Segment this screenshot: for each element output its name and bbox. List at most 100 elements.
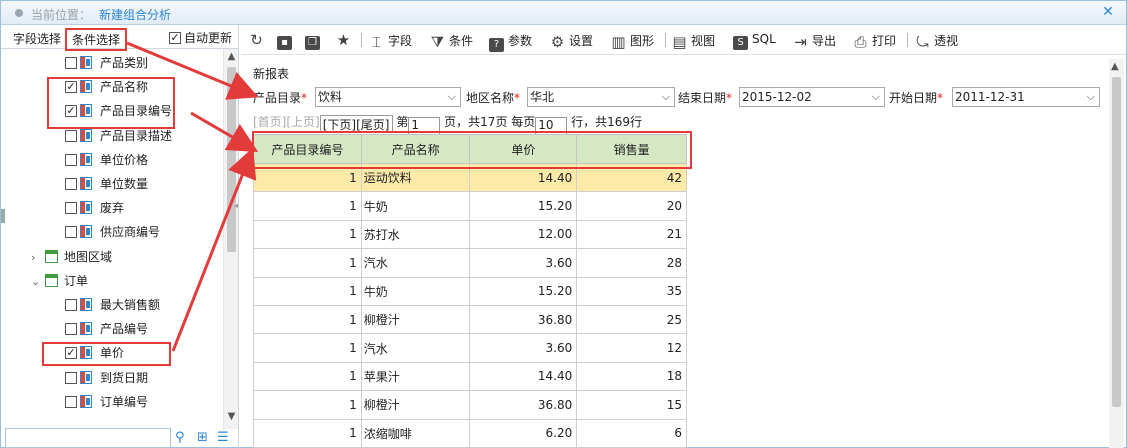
table-cell[interactable]: 15 xyxy=(576,390,687,420)
sql-button[interactable]: S SQL xyxy=(733,32,776,50)
table-cell[interactable]: 1 xyxy=(253,333,362,363)
field-checkbox[interactable] xyxy=(65,178,77,190)
table-cell[interactable]: 15.20 xyxy=(469,276,578,306)
start-date-select[interactable]: 2011-12-31 ⌵ xyxy=(952,87,1100,107)
settings-button[interactable]: ⚙ 设置 xyxy=(550,32,593,50)
field-checkbox[interactable] xyxy=(65,323,77,336)
pager-first[interactable]: [首页] xyxy=(253,115,286,129)
rows-per-page-input[interactable]: 10 xyxy=(535,117,568,135)
table-cell[interactable]: 汽水 xyxy=(360,333,471,363)
end-date-select[interactable]: 2015-12-02 ⌵ xyxy=(739,87,885,107)
tree-field-node[interactable]: 产品名称 xyxy=(65,76,148,98)
table-cell[interactable]: 6 xyxy=(576,418,687,448)
tree-field-node[interactable]: 供应商编号 xyxy=(65,221,160,243)
field-checkbox[interactable] xyxy=(65,226,77,239)
table-cell[interactable]: 18 xyxy=(576,361,687,392)
table-row[interactable]: 1 牛奶 15.20 20 xyxy=(253,191,687,221)
table-cell[interactable]: 牛奶 xyxy=(360,191,471,221)
page-number-input[interactable]: 1 xyxy=(408,117,441,135)
column-header[interactable]: 单价 xyxy=(469,134,578,164)
tree-field-node[interactable]: 产品编号 xyxy=(65,318,148,340)
fields-button[interactable]: ⌶ 字段 xyxy=(369,32,412,50)
table-cell[interactable]: 1 xyxy=(253,304,362,335)
scroll-down-icon[interactable]: ▼ xyxy=(226,411,237,423)
field-checkbox[interactable] xyxy=(65,347,77,360)
scroll-up-icon[interactable]: ▲ xyxy=(226,51,237,63)
table-cell[interactable]: 14.40 xyxy=(469,361,578,392)
table-row[interactable]: 1 柳橙汁 36.80 15 xyxy=(253,390,687,420)
pivot-button[interactable]: ⤿ 透视 xyxy=(915,32,958,50)
table-cell[interactable]: 1 xyxy=(253,361,362,392)
chevron-right-icon[interactable]: › xyxy=(31,247,45,269)
table-cell[interactable]: 1 xyxy=(253,219,362,250)
tree-field-node[interactable]: 产品类别 xyxy=(65,52,148,74)
table-cell[interactable]: 1 xyxy=(253,276,362,306)
tab-condition-select[interactable]: 条件选择 xyxy=(65,28,128,51)
table-row[interactable]: 1 汽水 3.60 12 xyxy=(253,333,687,363)
tree-field-node[interactable]: 单价 xyxy=(65,342,124,364)
field-checkbox[interactable] xyxy=(65,81,77,94)
tree-search-input[interactable] xyxy=(5,428,171,448)
refresh-icon[interactable]: ↻ xyxy=(249,32,268,48)
tree-field-node[interactable]: 订单编号 xyxy=(65,391,148,413)
table-cell[interactable]: 1 xyxy=(253,191,362,221)
tree-field-node[interactable]: 单位价格 xyxy=(65,149,148,171)
scroll-thumb[interactable] xyxy=(1112,77,1121,407)
table-cell[interactable]: 运动饮料 xyxy=(360,162,471,193)
tree-table-node[interactable]: › 地图区域 xyxy=(31,246,112,268)
pager-prev[interactable]: [上页] xyxy=(286,115,319,129)
chart-button[interactable]: ▥ 图形 xyxy=(611,32,654,50)
column-header[interactable]: 销售量 xyxy=(576,134,687,164)
table-cell[interactable]: 汽水 xyxy=(360,248,471,278)
table-cell[interactable]: 20 xyxy=(576,191,687,221)
pager-last[interactable]: [尾页] xyxy=(356,118,389,132)
column-header[interactable]: 产品目录编号 xyxy=(253,134,362,164)
field-checkbox[interactable] xyxy=(65,202,77,215)
auto-update-toggle[interactable]: 自动更新 xyxy=(169,29,232,46)
table-cell[interactable]: 3.60 xyxy=(469,333,578,363)
table-cell[interactable]: 1 xyxy=(253,390,362,420)
edge-handle[interactable] xyxy=(1,209,5,223)
table-cell[interactable]: 3.60 xyxy=(469,248,578,278)
table-cell[interactable]: 柳橙汁 xyxy=(360,390,471,420)
tree-table-node[interactable]: ⌄ 订单 xyxy=(31,270,88,292)
table-row[interactable]: 1 苏打水 12.00 21 xyxy=(253,219,687,250)
table-row[interactable]: 1 柳橙汁 36.80 25 xyxy=(253,304,687,335)
panel-splitter[interactable]: ◂ xyxy=(234,201,240,231)
table-cell[interactable]: 6.20 xyxy=(469,418,578,448)
search-icon[interactable]: ⚲ xyxy=(175,430,185,445)
field-checkbox[interactable] xyxy=(65,57,77,69)
table-row[interactable]: 1 牛奶 15.20 35 xyxy=(253,276,687,306)
field-checkbox[interactable] xyxy=(65,395,77,408)
list-view-icon[interactable]: ☰ xyxy=(217,430,229,445)
tree-field-node[interactable]: 单位数量 xyxy=(65,173,148,195)
save-as-icon[interactable]: ❐ xyxy=(305,32,324,50)
view-button[interactable]: ▤ 视图 xyxy=(672,32,715,50)
column-header[interactable]: 产品名称 xyxy=(360,134,471,164)
table-cell[interactable]: 36.80 xyxy=(469,304,578,335)
field-checkbox[interactable] xyxy=(65,129,77,142)
tree-field-node[interactable]: 到货日期 xyxy=(65,367,148,389)
pager-next[interactable]: [下页] xyxy=(323,118,356,132)
field-checkbox[interactable] xyxy=(65,105,77,118)
table-cell[interactable]: 21 xyxy=(576,219,687,250)
params-button[interactable]: ? 参数 xyxy=(489,32,532,52)
close-icon[interactable]: ✕ xyxy=(1100,4,1116,20)
scroll-up-icon[interactable]: ▲ xyxy=(1111,61,1119,72)
catalog-select[interactable]: 饮料 ⌵ xyxy=(315,87,461,107)
table-cell[interactable]: 35 xyxy=(576,276,687,306)
table-cell[interactable]: 1 xyxy=(253,418,362,448)
save-icon[interactable]: ▪ xyxy=(277,32,296,50)
table-cell[interactable]: 42 xyxy=(576,162,687,193)
favorite-icon[interactable]: ★ xyxy=(336,32,355,48)
conditions-button[interactable]: ⧩ 条件 xyxy=(430,32,473,50)
table-cell[interactable]: 25 xyxy=(576,304,687,335)
table-row[interactable]: 1 浓缩咖啡 6.20 6 xyxy=(253,418,687,448)
table-row[interactable]: 1 苹果汁 14.40 18 xyxy=(253,361,687,392)
table-cell[interactable]: 浓缩咖啡 xyxy=(360,418,471,448)
table-cell[interactable]: 12.00 xyxy=(469,219,578,250)
table-cell[interactable]: 12 xyxy=(576,333,687,363)
table-cell[interactable]: 苹果汁 xyxy=(360,361,471,392)
table-row[interactable]: 1 汽水 3.60 28 xyxy=(253,248,687,278)
print-button[interactable]: ⎙ 打印 xyxy=(853,32,896,50)
